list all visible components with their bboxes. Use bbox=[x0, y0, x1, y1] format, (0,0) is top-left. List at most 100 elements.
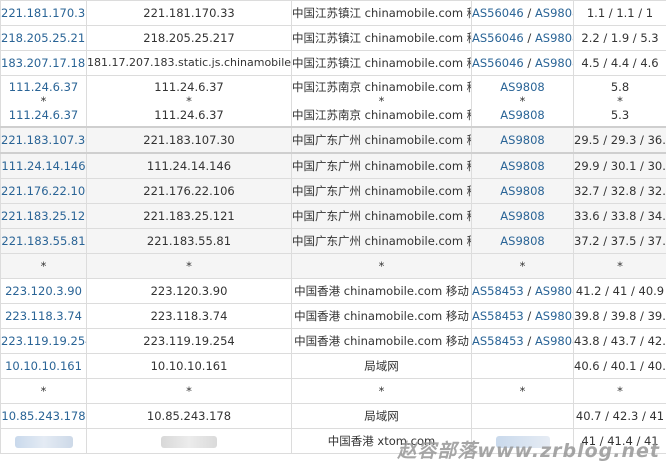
hop-ip-link[interactable]: 10.85.243.178 bbox=[0, 403, 87, 429]
hop-as-cell: AS9808 bbox=[471, 228, 574, 254]
as-link[interactable]: AS9808 bbox=[500, 234, 544, 248]
as-link[interactable]: AS9808 bbox=[500, 133, 544, 147]
hop-geo-location: 局域网 bbox=[291, 403, 472, 429]
hop-ip-link[interactable]: 223.120.3.90 bbox=[0, 278, 87, 304]
as-separator: / bbox=[523, 309, 535, 323]
hop-hostname: 111.24.14.146 bbox=[86, 152, 292, 179]
hop-as-timeout: * bbox=[471, 253, 574, 279]
hop-as-redacted bbox=[471, 428, 574, 454]
hop-hostname: 181.17.207.183.static.js.chinamobile.com bbox=[86, 50, 292, 76]
hop-row-destination: 中国香港 xtom.com 41 / 41.4 / 41 bbox=[0, 428, 666, 454]
hop-latency: 37.2 / 37.5 / 37.2 bbox=[573, 228, 666, 254]
hop-geo-location: 中国江苏南京 chinamobile.com 移动 bbox=[292, 80, 472, 94]
hop-ip-link[interactable]: 221.181.170.33 bbox=[0, 0, 87, 26]
hop-hostname: 221.176.22.106 bbox=[86, 178, 292, 204]
hop-hostname: 10.10.10.161 bbox=[86, 353, 292, 379]
hop-ip-link[interactable]: 221.183.55.81 bbox=[0, 228, 87, 254]
hop-row: 223.118.3.74 223.118.3.74 中国香港 chinamobi… bbox=[0, 303, 666, 329]
as-link[interactable]: AS56046 bbox=[473, 6, 524, 20]
hop-latency: 5.8 bbox=[610, 80, 630, 94]
hop-geo-location: 中国香港 chinamobile.com 移动 bbox=[291, 328, 472, 354]
hop-ip-timeout: * bbox=[0, 378, 87, 404]
hop-ip-timeout: * bbox=[0, 253, 87, 279]
hop-ip-link[interactable]: 221.176.22.106 bbox=[0, 178, 87, 204]
hop-as-cell: AS58453 / AS9808 bbox=[471, 328, 574, 354]
hop-hostname: 223.118.3.74 bbox=[86, 303, 292, 329]
hop-hostname: 111.24.6.37 bbox=[154, 108, 224, 122]
hop-ip-link[interactable]: 223.118.3.74 bbox=[0, 303, 87, 329]
hop-hostname-cell: 111.24.6.37 * 111.24.6.37 bbox=[86, 75, 292, 128]
as-link[interactable]: AS9808 bbox=[535, 6, 573, 20]
hop-ip-timeout: * bbox=[40, 94, 47, 108]
hop-latency: 29.5 / 29.3 / 36.3 bbox=[573, 126, 666, 154]
hop-ip-link[interactable]: 221.183.25.121 bbox=[0, 203, 87, 229]
hop-geo-location: 中国江苏镇江 chinamobile.com 移动 bbox=[291, 25, 472, 51]
hop-ip-link[interactable]: 111.24.14.146 bbox=[0, 152, 87, 179]
as-timeout: * bbox=[519, 94, 526, 108]
hop-hostname-redacted bbox=[86, 428, 292, 454]
hop-geo-timeout: * bbox=[291, 253, 472, 279]
hop-geo-timeout: * bbox=[291, 378, 472, 404]
hop-geo-location: 局域网 bbox=[291, 353, 472, 379]
hop-as-cell: AS56046 / AS9808 bbox=[471, 0, 574, 26]
as-link[interactable]: AS9808 bbox=[500, 159, 544, 173]
as-link[interactable]: AS9808 bbox=[535, 284, 573, 298]
as-link[interactable]: AS56046 bbox=[473, 56, 524, 70]
hop-ip-link[interactable]: 221.183.107.30 bbox=[0, 126, 87, 154]
hop-ip-redacted bbox=[0, 428, 87, 454]
hop-geo-location: 中国香港 chinamobile.com 移动 bbox=[291, 278, 472, 304]
as-link[interactable]: AS56046 bbox=[473, 31, 524, 45]
hop-row: 218.205.25.217 218.205.25.217 中国江苏镇江 chi… bbox=[0, 25, 666, 51]
as-link[interactable]: AS58453 bbox=[473, 334, 524, 348]
hop-row-timeout: * * * * * bbox=[0, 378, 666, 404]
hop-latency: 33.6 / 33.8 / 34.3 bbox=[573, 203, 666, 229]
hop-hostname: 221.183.55.81 bbox=[86, 228, 292, 254]
as-link[interactable]: AS58453 bbox=[473, 284, 524, 298]
hop-geo-timeout: * bbox=[378, 94, 385, 108]
hop-as-cell: AS9808 bbox=[471, 126, 574, 154]
hop-row: 221.183.25.121 221.183.25.121 中国广东广州 chi… bbox=[0, 203, 666, 229]
hop-as-cell: AS9808 bbox=[471, 152, 574, 179]
as-separator: / bbox=[523, 6, 535, 20]
hop-hostname-timeout: * bbox=[86, 253, 292, 279]
hop-latency-timeout: * bbox=[573, 378, 666, 404]
hop-hostname: 221.181.170.33 bbox=[86, 0, 292, 26]
as-link[interactable]: AS9808 bbox=[500, 209, 544, 223]
as-link[interactable]: AS9808 bbox=[535, 56, 573, 70]
as-link[interactable]: AS9808 bbox=[473, 108, 573, 122]
hop-as-cell: AS58453 / AS9808 bbox=[471, 278, 574, 304]
hop-ip-link[interactable]: 218.205.25.217 bbox=[0, 25, 87, 51]
hop-geo-cell: 中国江苏南京 chinamobile.com 移动 * 中国江苏南京 china… bbox=[291, 75, 472, 128]
hop-latency: 40.6 / 40.1 / 40.1 bbox=[573, 353, 666, 379]
hop-geo-location: 中国香港 chinamobile.com 移动 bbox=[291, 303, 472, 329]
hop-hostname: 218.205.25.217 bbox=[86, 25, 292, 51]
hop-hostname: 10.85.243.178 bbox=[86, 403, 292, 429]
as-link[interactable]: AS9808 bbox=[500, 184, 544, 198]
hop-geo-location: 中国广东广州 chinamobile.com 移动 bbox=[291, 228, 472, 254]
hop-latency: 4.5 / 4.4 / 4.6 bbox=[573, 50, 666, 76]
as-link[interactable]: AS9808 bbox=[535, 31, 573, 45]
hop-ip-link[interactable]: 183.207.17.181 bbox=[0, 50, 87, 76]
hop-latency: 41 / 41.4 / 41 bbox=[573, 428, 666, 454]
hop-ip-link[interactable]: 111.24.6.37 bbox=[2, 80, 86, 94]
hop-latency: 41.2 / 41 / 40.9 bbox=[573, 278, 666, 304]
hop-geo-location: 中国香港 xtom.com bbox=[291, 428, 472, 454]
as-link[interactable]: AS58453 bbox=[473, 309, 524, 323]
hop-geo-location: 中国广东广州 chinamobile.com 移动 bbox=[291, 152, 472, 179]
hop-latency: 40.7 / 42.3 / 41 bbox=[573, 403, 666, 429]
hop-row: 223.119.19.254 223.119.19.254 中国香港 china… bbox=[0, 328, 666, 354]
hop-row: 223.120.3.90 223.120.3.90 中国香港 chinamobi… bbox=[0, 278, 666, 304]
hop-row: 111.24.14.146 111.24.14.146 中国广东广州 china… bbox=[0, 152, 666, 179]
hop-row: 221.183.107.30 221.183.107.30 中国广东广州 chi… bbox=[0, 126, 666, 154]
hop-hostname: 223.120.3.90 bbox=[86, 278, 292, 304]
hop-ip-link[interactable]: 10.10.10.161 bbox=[0, 353, 87, 379]
hop-ip-link[interactable]: 223.119.19.254 bbox=[0, 328, 87, 354]
as-link[interactable]: AS9808 bbox=[473, 80, 573, 94]
hop-latency-timeout: * bbox=[617, 94, 623, 108]
as-link[interactable]: AS9808 bbox=[535, 309, 573, 323]
hop-row: 10.10.10.161 10.10.10.161 局域网 40.6 / 40.… bbox=[0, 353, 666, 379]
hop-latency: 2.2 / 1.9 / 5.3 bbox=[573, 25, 666, 51]
as-link[interactable]: AS9808 bbox=[535, 334, 573, 348]
hop-ip-link[interactable]: 111.24.6.37 bbox=[2, 108, 86, 122]
hop-hostname: 111.24.6.37 bbox=[154, 80, 224, 94]
